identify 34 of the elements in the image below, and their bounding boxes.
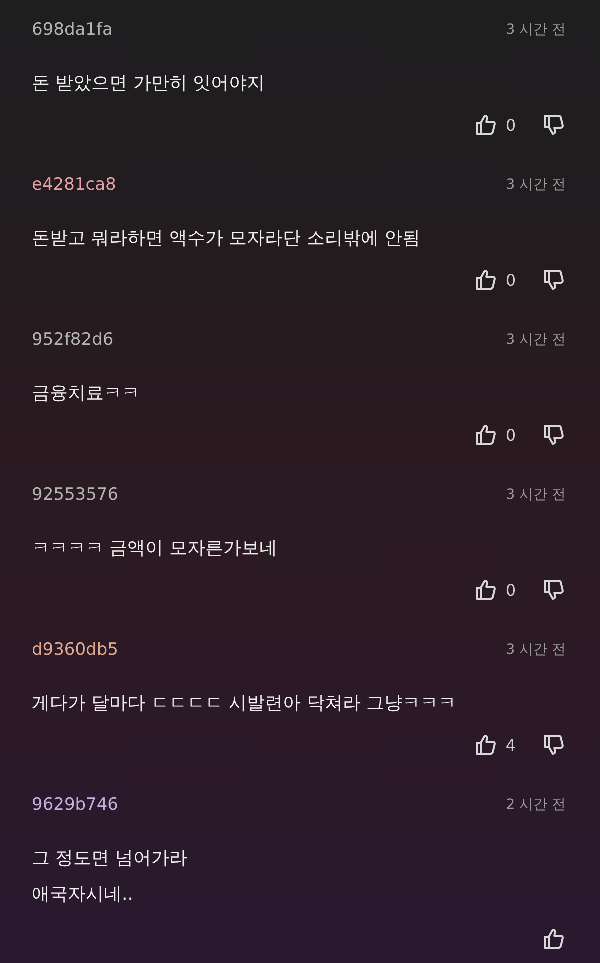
- thumbs-up-icon[interactable]: [542, 927, 566, 951]
- timestamp: 3 시간 전: [506, 486, 566, 504]
- thumbs-up-icon[interactable]: [474, 733, 498, 757]
- timestamp: 3 시간 전: [506, 176, 566, 194]
- like-count: 0: [506, 270, 516, 290]
- username[interactable]: 952f82d6: [32, 330, 114, 350]
- comment-text: 금융치료ㅋㅋ: [32, 382, 141, 406]
- username[interactable]: 698da1fa: [32, 20, 113, 40]
- like-count: 0: [506, 116, 516, 134]
- like-count: 0: [506, 580, 516, 600]
- comment-text: ㅋㅋㅋㅋ 금액이 모자른가보네: [32, 537, 278, 561]
- thumbs-up-icon[interactable]: [474, 113, 498, 137]
- thumbs-up-icon[interactable]: [474, 268, 498, 292]
- username[interactable]: e4281ca8: [32, 175, 116, 195]
- username[interactable]: 9629b746: [32, 795, 119, 815]
- timestamp: 3 시간 전: [506, 21, 566, 39]
- comment-text: 돈 받았으면 가만히 잇어야지: [32, 72, 266, 96]
- like-count: 4: [506, 736, 516, 754]
- comment-text: 돈받고 뭐라하면 액수가 모자라단 소리밖에 안됨: [32, 227, 422, 251]
- timestamp: 2 시간 전: [506, 796, 566, 814]
- thumbs-down-icon[interactable]: [542, 423, 566, 447]
- comment-text: 그 정도면 넘어가라 애국자시네..: [32, 847, 188, 907]
- thumbs-down-icon[interactable]: [542, 578, 566, 602]
- timestamp: 3 시간 전: [506, 331, 566, 349]
- thumbs-down-icon[interactable]: [542, 113, 566, 137]
- username[interactable]: d9360db5: [32, 640, 118, 660]
- like-count: 0: [506, 426, 516, 444]
- username[interactable]: 92553576: [32, 485, 119, 505]
- thumbs-up-icon[interactable]: [474, 578, 498, 602]
- thumbs-up-icon[interactable]: [474, 423, 498, 447]
- comment-text: 게다가 달마다 ㄷㄷㄷㄷ 시발련아 닥쳐라 그냥ㅋㅋㅋ: [32, 692, 458, 716]
- thumbs-down-icon[interactable]: [542, 268, 566, 292]
- thumbs-down-icon[interactable]: [542, 733, 566, 757]
- timestamp: 3 시간 전: [506, 641, 566, 659]
